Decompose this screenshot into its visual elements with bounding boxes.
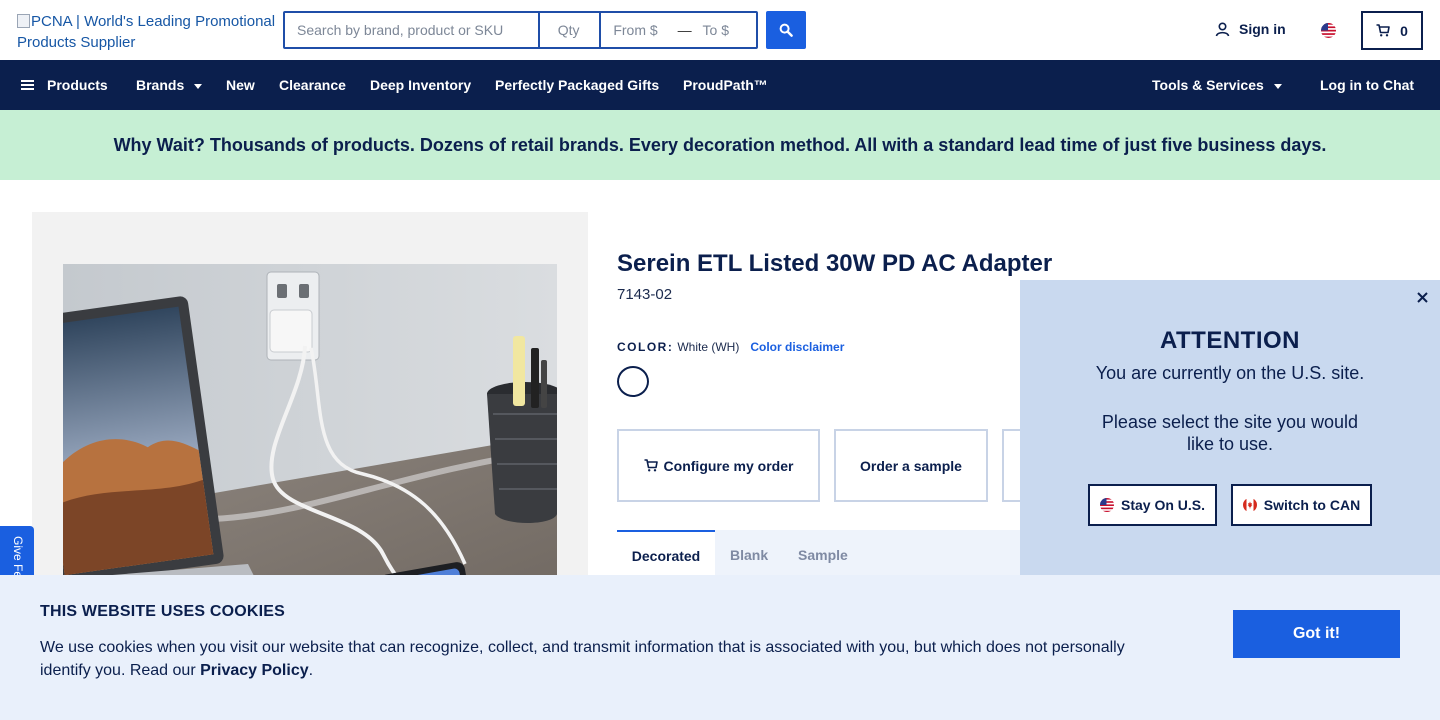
sign-in-label: Sign in [1239, 21, 1286, 37]
chevron-down-icon [194, 83, 203, 89]
color-value: White (WH) [677, 340, 740, 354]
color-label: COLOR: [617, 340, 674, 354]
attention-prompt-line1: Please select the site you would [1101, 412, 1359, 432]
cart-icon [644, 459, 658, 472]
search-icon [779, 23, 793, 37]
cart-button[interactable]: 0 [1361, 11, 1423, 50]
switch-can-label: Switch to CAN [1263, 497, 1361, 513]
logo-alt-text: PCNA | World's Leading Promotional Produ… [17, 13, 276, 51]
cart-count: 0 [1400, 22, 1408, 39]
site-selection-popup: ATTENTION You are currently on the U.S. … [1020, 280, 1440, 580]
stay-us-label: Stay On U.S. [1120, 497, 1206, 513]
nav-products-label: Products [47, 77, 108, 93]
price-to-input[interactable]: To $ [697, 13, 756, 47]
nav-brands[interactable]: Brands [136, 60, 203, 110]
order-type-tabs: Decorated Blank Sample [617, 530, 1037, 580]
cookie-text: We use cookies when you visit our websit… [40, 636, 1150, 682]
search-input[interactable]: Search by brand, product or SKU [285, 13, 540, 47]
price-from-input[interactable]: From $ [601, 13, 672, 47]
attention-message: You are currently on the U.S. site. [1095, 363, 1365, 383]
us-flag-icon[interactable] [1321, 23, 1336, 38]
accept-cookies-button[interactable]: Got it! [1233, 610, 1400, 658]
product-title: Serein ETL Listed 30W PD AC Adapter [617, 250, 1053, 277]
configure-order-button[interactable]: Configure my order [617, 429, 820, 502]
canada-flag-icon [1242, 498, 1257, 512]
switch-can-button[interactable]: Switch to CAN [1231, 484, 1372, 526]
nav-clearance[interactable]: Clearance [279, 60, 346, 110]
close-icon [1416, 291, 1428, 303]
attention-prompt-line2: like to use. [1186, 434, 1274, 454]
nav-chat-login[interactable]: Log in to Chat [1320, 60, 1414, 110]
user-icon [1215, 21, 1230, 36]
hamburger-icon [21, 78, 34, 92]
nav-packaged-gifts[interactable]: Perfectly Packaged Gifts [495, 60, 659, 110]
color-disclaimer-link[interactable]: Color disclaimer [750, 340, 844, 354]
nav-proudpath[interactable]: ProudPath™ [683, 60, 768, 110]
nav-new[interactable]: New [226, 60, 255, 110]
search-button[interactable] [766, 11, 806, 49]
privacy-policy-link[interactable]: Privacy Policy [200, 662, 309, 679]
nav-products[interactable]: Products [21, 60, 108, 110]
main-nav: Products Brands New Clearance Deep Inven… [0, 60, 1440, 110]
site-logo-link[interactable]: PCNA | World's Leading Promotional Produ… [17, 11, 277, 53]
product-image-panel[interactable] [32, 212, 588, 592]
cookie-title: THIS WEBSITE USES COOKIES [40, 603, 286, 620]
stay-us-button[interactable]: Stay On U.S. [1088, 484, 1217, 526]
chevron-down-icon [1273, 83, 1282, 89]
cookie-suffix: . [308, 662, 314, 679]
nav-deep-inventory[interactable]: Deep Inventory [370, 60, 471, 110]
tab-decorated[interactable]: Decorated [617, 530, 715, 580]
search-form: Search by brand, product or SKU Qty From… [283, 11, 758, 49]
product-sku: 7143-02 [617, 286, 673, 303]
promo-banner: Why Wait? Thousands of products. Dozens … [0, 110, 1440, 180]
color-row: COLOR: White (WH) Color disclaimer [617, 340, 844, 354]
tab-sample[interactable]: Sample [798, 530, 848, 580]
nav-tools-services[interactable]: Tools & Services [1152, 60, 1282, 110]
order-sample-button[interactable]: Order a sample [834, 429, 988, 502]
broken-image-icon [17, 14, 30, 28]
configure-order-label: Configure my order [663, 457, 794, 474]
nav-tools-label: Tools & Services [1152, 77, 1264, 93]
nav-brands-label: Brands [136, 77, 185, 93]
us-flag-icon [1099, 498, 1114, 512]
color-swatch-white[interactable] [617, 366, 649, 397]
tab-blank[interactable]: Blank [730, 530, 768, 580]
product-photo [63, 264, 557, 592]
top-header: PCNA | World's Leading Promotional Produ… [0, 0, 1440, 60]
price-range-separator: — [677, 22, 692, 38]
attention-title: ATTENTION [1159, 327, 1301, 354]
cart-icon [1376, 24, 1390, 37]
close-popup-button[interactable] [1414, 289, 1430, 305]
cookie-banner: THIS WEBSITE USES COOKIES We use cookies… [0, 575, 1440, 720]
sign-in-link[interactable]: Sign in [1215, 21, 1286, 37]
quantity-input[interactable]: Qty [540, 13, 602, 47]
